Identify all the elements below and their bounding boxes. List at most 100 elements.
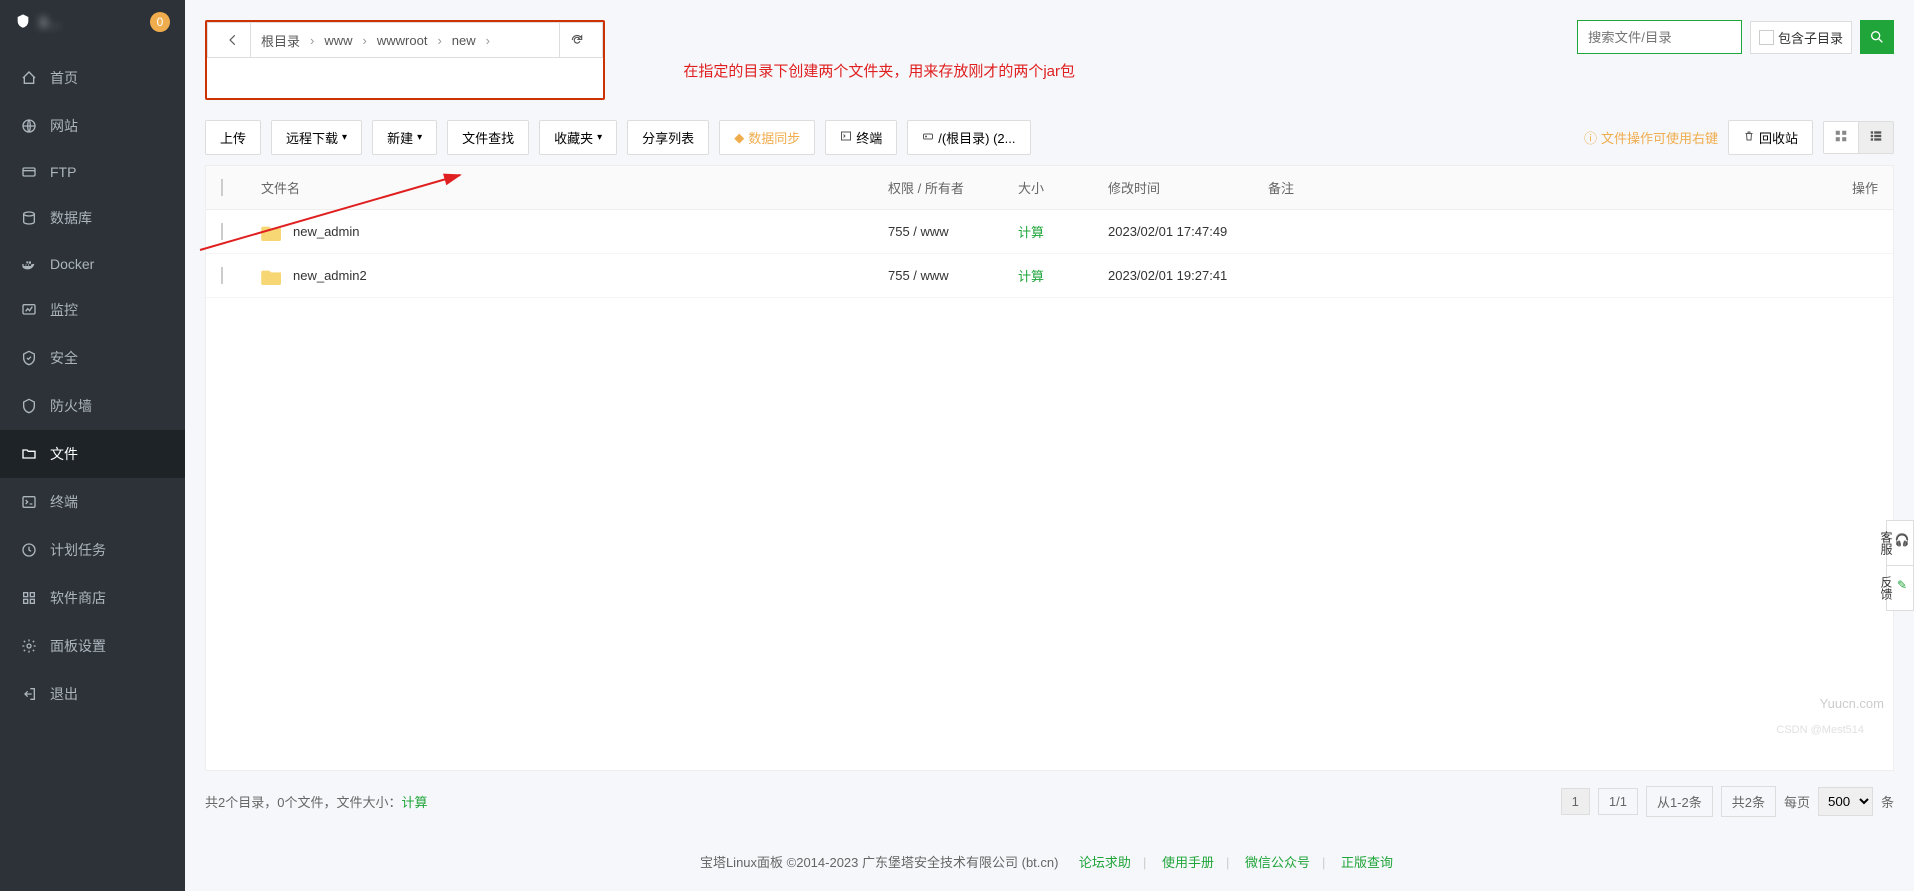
feedback-tab[interactable]: ✎ 反馈 — [1886, 565, 1914, 611]
sidebar-item-home[interactable]: 首页 — [0, 54, 185, 102]
search-input[interactable] — [1577, 20, 1742, 54]
terminal-icon — [840, 130, 852, 145]
breadcrumb-item[interactable]: wwwroot — [367, 33, 438, 48]
sidebar-item-monitor[interactable]: 监控 — [0, 286, 185, 334]
calc-size-link[interactable]: 计算 — [1018, 225, 1044, 240]
folder-icon — [261, 223, 283, 241]
sidebar-label: 网站 — [50, 116, 78, 136]
sidebar-item-terminal[interactable]: 终端 — [0, 478, 185, 526]
chevron-down-icon: ▾ — [417, 132, 422, 143]
share-list-button[interactable]: 分享列表 — [627, 120, 709, 155]
monitor-icon — [20, 302, 38, 318]
search-button[interactable] — [1860, 20, 1894, 54]
breadcrumb: 根目录 › www › wwwroot › new › — [207, 22, 603, 58]
breadcrumb-root[interactable]: 根目录 — [251, 31, 310, 50]
sidebar-item-security[interactable]: 安全 — [0, 334, 185, 382]
file-mtime: 2023/02/01 19:27:41 — [1108, 268, 1268, 283]
sidebar-item-docker[interactable]: Docker — [0, 242, 185, 286]
current-page[interactable]: 1 — [1561, 788, 1590, 815]
file-name[interactable]: new_admin — [293, 224, 360, 239]
disk-path-button[interactable]: /(根目录) (2... — [907, 120, 1030, 155]
checkbox-icon[interactable] — [1759, 30, 1774, 45]
grid-icon — [20, 590, 38, 606]
row-checkbox[interactable] — [221, 267, 223, 284]
calc-size-link[interactable]: 计算 — [1018, 269, 1044, 284]
file-perm[interactable]: 755 / www — [888, 268, 1018, 283]
col-header-note: 备注 — [1268, 178, 1818, 197]
refresh-button[interactable] — [559, 23, 594, 57]
breadcrumb-item[interactable]: www — [314, 33, 362, 48]
page-range: 从1-2条 — [1646, 786, 1713, 817]
back-button[interactable] — [216, 23, 251, 57]
disk-icon — [922, 130, 934, 145]
copyright-text: 宝塔Linux面板 ©2014-2023 广东堡塔安全技术有限公司 (bt.cn… — [700, 855, 1059, 870]
table-row[interactable]: new_admin2 755 / www 计算 2023/02/01 19:27… — [206, 254, 1893, 298]
col-header-mtime: 修改时间 — [1108, 178, 1268, 197]
sidebar-label: 安全 — [50, 348, 78, 368]
sidebar-item-website[interactable]: 网站 — [0, 102, 185, 150]
notification-badge[interactable]: 0 — [150, 12, 170, 32]
recycle-bin-button[interactable]: 回收站 — [1728, 120, 1813, 155]
sidebar-item-files[interactable]: 文件 — [0, 430, 185, 478]
chevron-right-icon: › — [486, 33, 490, 48]
sidebar-label: 终端 — [50, 492, 78, 512]
toolbar: 上传 远程下载▾ 新建▾ 文件查找 收藏夹▾ 分享列表 ◆数据同步 终端 /(根… — [185, 110, 1914, 165]
table-row[interactable]: new_admin 755 / www 计算 2023/02/01 17:47:… — [206, 210, 1893, 254]
sidebar-label: 首页 — [50, 68, 78, 88]
remote-download-button[interactable]: 远程下载▾ — [271, 120, 362, 155]
sidebar-item-database[interactable]: 数据库 — [0, 194, 185, 242]
customer-service-tab[interactable]: 🎧 客服 — [1886, 520, 1914, 566]
upload-button[interactable]: 上传 — [205, 120, 261, 155]
file-mtime: 2023/02/01 17:47:49 — [1108, 224, 1268, 239]
col-header-name[interactable]: 文件名 — [261, 178, 888, 197]
context-menu-tip: ⓘ 文件操作可使用右键 — [1584, 128, 1718, 147]
sidebar-header: 3… 0 — [0, 0, 185, 44]
main-content: 根目录 › www › wwwroot › new › 在指定的目录下创建两个文… — [185, 0, 1914, 891]
gear-icon — [20, 638, 38, 654]
firewall-icon — [20, 398, 38, 414]
sidebar-label: 数据库 — [50, 208, 92, 228]
forum-link[interactable]: 论坛求助 — [1079, 855, 1131, 870]
annotation-text: 在指定的目录下创建两个文件夹，用来存放刚才的两个jar包 — [683, 60, 1075, 81]
file-search-button[interactable]: 文件查找 — [447, 120, 529, 155]
watermark: Yuucn.com — [1820, 696, 1884, 711]
sidebar-nav: 首页 网站 FTP 数据库 Docker 监控 — [0, 44, 185, 891]
sidebar-item-ftp[interactable]: FTP — [0, 150, 185, 194]
row-checkbox[interactable] — [221, 223, 223, 240]
per-page-select[interactable]: 500 — [1818, 787, 1873, 816]
manual-link[interactable]: 使用手册 — [1162, 855, 1214, 870]
edit-icon: ✎ — [1895, 576, 1909, 594]
clock-icon — [20, 542, 38, 558]
file-perm[interactable]: 755 / www — [888, 224, 1018, 239]
chevron-down-icon: ▾ — [597, 132, 602, 143]
top-row: 根目录 › www › wwwroot › new › 在指定的目录下创建两个文… — [185, 0, 1914, 110]
license-link[interactable]: 正版查询 — [1341, 855, 1393, 870]
file-name[interactable]: new_admin2 — [293, 268, 367, 283]
breadcrumb-item[interactable]: new — [442, 33, 486, 48]
grid-view-button[interactable] — [1824, 122, 1858, 153]
sidebar-label: 软件商店 — [50, 588, 106, 608]
summary-text: 共2个目录，0个文件，文件大小：计算 — [205, 792, 427, 811]
sidebar-item-exit[interactable]: 退出 — [0, 670, 185, 718]
shield-check-icon — [20, 350, 38, 366]
col-header-perm: 权限 / 所有者 — [888, 178, 1018, 197]
home-icon — [20, 70, 38, 86]
sidebar-item-cron[interactable]: 计划任务 — [0, 526, 185, 574]
headset-icon: 🎧 — [1895, 531, 1909, 549]
sidebar-item-settings[interactable]: 面板设置 — [0, 622, 185, 670]
shield-icon — [15, 13, 31, 32]
per-page-suffix: 条 — [1881, 792, 1894, 811]
sidebar-item-firewall[interactable]: 防火墙 — [0, 382, 185, 430]
favorites-button[interactable]: 收藏夹▾ — [539, 120, 617, 155]
terminal-button[interactable]: 终端 — [825, 120, 897, 155]
file-list: 文件名 权限 / 所有者 大小 修改时间 备注 操作 new_admin 755… — [205, 165, 1894, 771]
sidebar-item-store[interactable]: 软件商店 — [0, 574, 185, 622]
select-all-checkbox[interactable] — [221, 179, 223, 196]
include-subdir-checkbox[interactable]: 包含子目录 — [1750, 21, 1852, 54]
calc-total-link[interactable]: 计算 — [401, 795, 427, 810]
wechat-link[interactable]: 微信公众号 — [1245, 855, 1310, 870]
new-button[interactable]: 新建▾ — [372, 120, 437, 155]
list-view-button[interactable] — [1858, 122, 1893, 153]
diamond-icon: ◆ — [734, 130, 744, 146]
data-sync-button[interactable]: ◆数据同步 — [719, 120, 815, 155]
